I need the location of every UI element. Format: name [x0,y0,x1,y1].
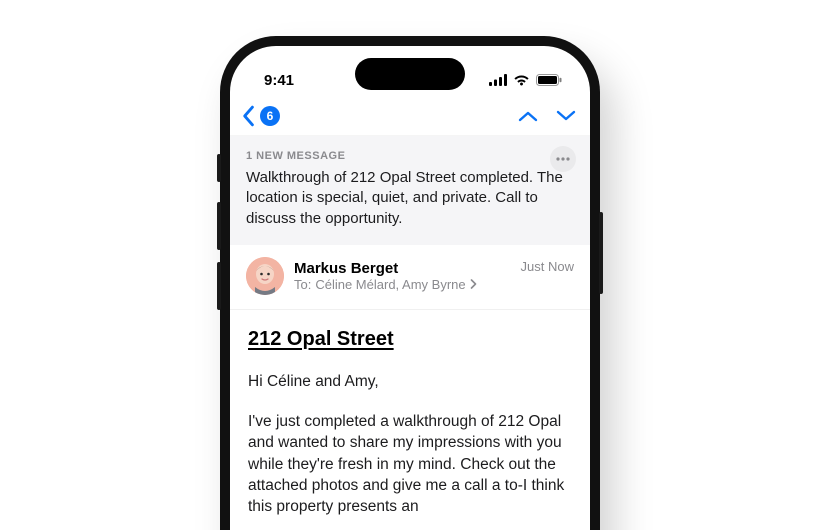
sender-info: Markus Berget To: Céline Mélard, Amy Byr… [294,260,511,292]
volume-up-button [217,202,221,250]
recipients: Céline Mélard, Amy Byrne [315,277,465,292]
email-paragraph: I've just completed a walkthrough of 212… [248,411,572,518]
volume-down-button [217,262,221,310]
back-button[interactable] [240,105,256,127]
summary-text: Walkthrough of 212 Opal Street completed… [246,168,574,229]
wifi-icon [513,74,530,86]
email-body: 212 Opal Street Hi Céline and Amy, I've … [230,310,590,518]
nav-bar: 6 [230,96,590,136]
phone-frame: 9:41 6 [220,36,600,530]
message-summary-card: 1 NEW MESSAGE Walkthrough of 212 Opal St… [230,136,590,245]
timestamp: Just Now [521,259,574,274]
previous-message-button[interactable] [518,109,538,123]
recipients-line[interactable]: To: Céline Mélard, Amy Byrne [294,277,511,292]
side-button [217,154,221,182]
power-button [599,212,603,294]
phone-screen: 9:41 6 [230,46,590,530]
more-options-button[interactable] [550,146,576,172]
sender-name: Markus Berget [294,260,511,277]
ellipsis-icon [556,157,570,161]
battery-icon [536,74,562,86]
email-greeting: Hi Céline and Amy, [248,373,572,391]
status-indicators [489,74,562,86]
sender-row[interactable]: Markus Berget To: Céline Mélard, Amy Byr… [230,245,590,310]
dynamic-island [355,58,465,90]
avatar [246,257,284,295]
summary-label: 1 NEW MESSAGE [246,150,574,162]
status-time: 9:41 [264,72,294,89]
to-label: To: [294,277,311,292]
next-message-button[interactable] [556,109,576,123]
email-subject: 212 Opal Street [248,328,572,351]
unread-count-badge[interactable]: 6 [260,106,280,126]
chevron-right-icon [470,279,477,289]
cellular-icon [489,74,507,86]
